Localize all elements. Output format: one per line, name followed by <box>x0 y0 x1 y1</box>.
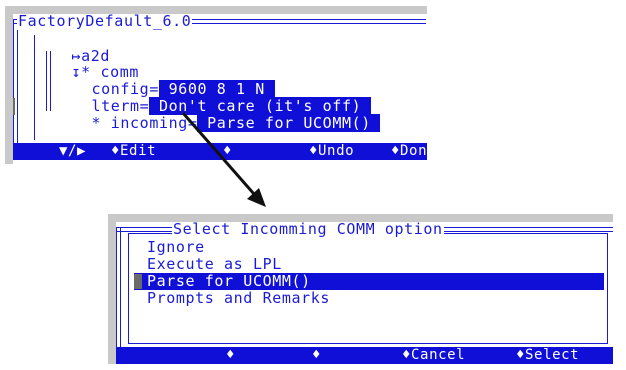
undo-key[interactable]: ♦Undo <box>309 143 354 160</box>
nav-arrows-key[interactable]: ▼/▶ <box>59 143 86 160</box>
dialog-window: Select Incomming COMM option Ignore Exec… <box>116 222 613 364</box>
top-window-shadow-top <box>5 6 427 14</box>
dialog-outer-left-border <box>116 227 121 347</box>
blank-key-2[interactable]: ♦ <box>312 347 321 364</box>
done-key[interactable]: ♦Done <box>391 143 427 160</box>
blank-key-1[interactable]: ♦ <box>226 347 235 364</box>
edit-key[interactable]: ♦Edit <box>111 143 156 160</box>
selection-cursor <box>134 274 142 289</box>
top-window-left-border <box>13 19 18 159</box>
top-window-shadow-left <box>5 6 13 164</box>
option-prompts-and-remarks[interactable]: Prompts and Remarks <box>147 290 330 307</box>
cancel-key[interactable]: ♦Cancel <box>402 347 465 364</box>
top-window: FactoryDefault_6.0 ↦a2d ↧* comm config= … <box>13 14 427 160</box>
dialog-inner-bottom-border <box>128 343 608 344</box>
option-ignore[interactable]: Ignore <box>147 239 205 256</box>
dialog-inner-left-border <box>128 233 129 343</box>
dialog-title: Select Incomming COMM option <box>172 222 444 238</box>
field-value-incoming[interactable]: Parse for UCOMM() <box>197 114 381 132</box>
blank-key[interactable]: ♦ <box>223 143 232 160</box>
top-window-title: FactoryDefault_6.0 <box>17 14 193 30</box>
option-parse-for-ucomm-selected[interactable]: Parse for UCOMM() <box>134 273 604 290</box>
dialog-shadow-left <box>108 214 116 364</box>
dialog-shadow-top <box>108 214 613 222</box>
option-execute-as-lpl[interactable]: Execute as LPL <box>147 256 282 273</box>
top-window-status-bar: ▼/▶ ♦Edit ♦ ♦Undo ♦Done <box>13 143 427 160</box>
dialog-status-bar: ♦ ♦ ♦Cancel ♦Select <box>116 347 613 364</box>
text-cursor <box>13 98 15 115</box>
dialog-inner-right-border <box>607 233 608 343</box>
select-key[interactable]: ♦Select <box>516 347 579 364</box>
